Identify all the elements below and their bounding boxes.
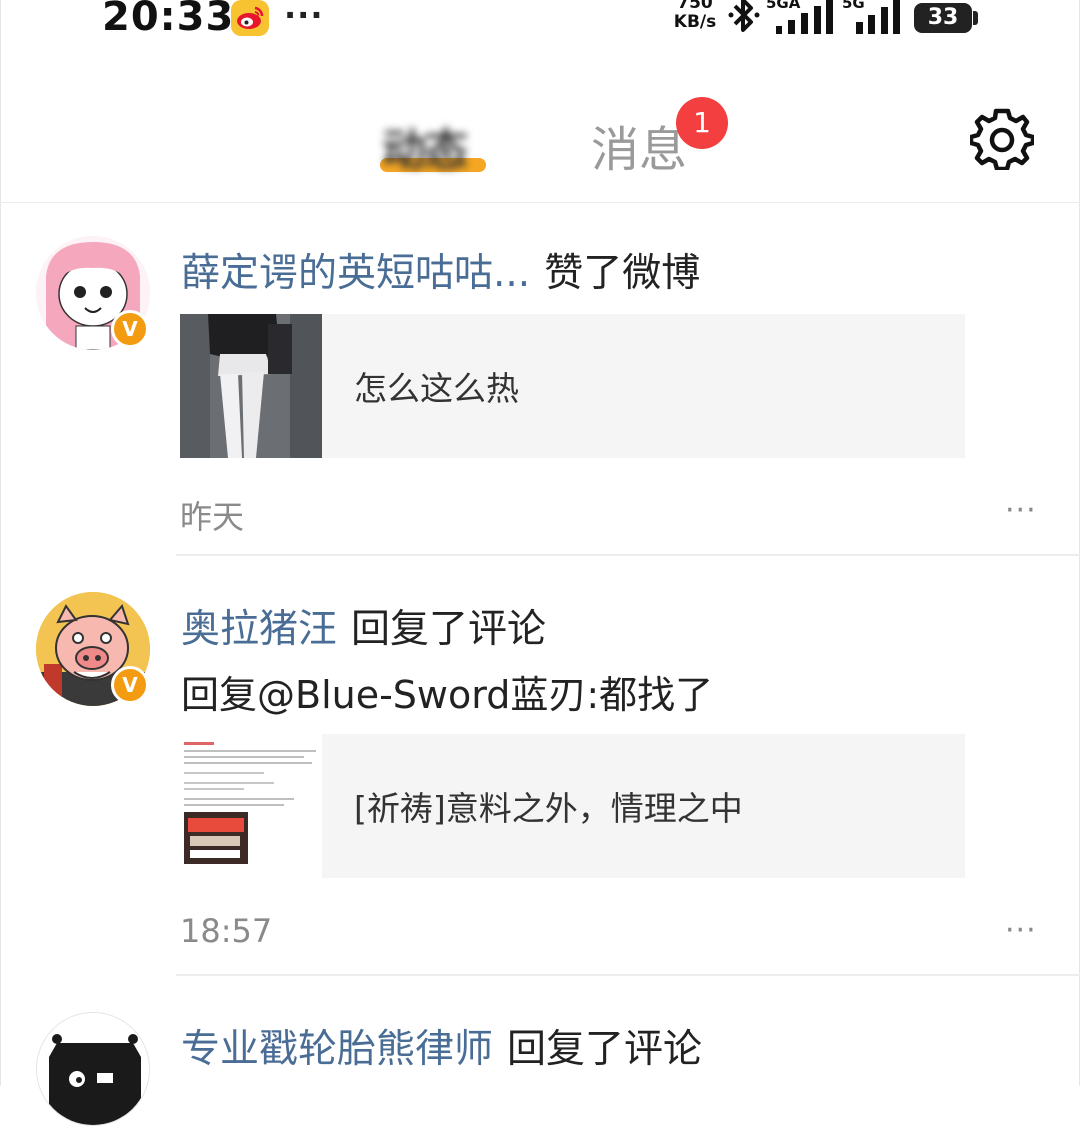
avatar[interactable]: [36, 1012, 150, 1126]
notification-action: 赞了微博: [544, 251, 701, 296]
quoted-post-text: 怎么这么热: [354, 369, 519, 408]
reply-text: 回复@Blue-Sword蓝刃:都找了: [181, 673, 714, 717]
verified-badge-icon: V: [111, 310, 149, 348]
notification-action: 回复了评论: [507, 1027, 703, 1072]
username-link[interactable]: 薛定谔的英短咕咕...: [181, 251, 530, 296]
notification-item[interactable]: V 奥拉猪汪 回复了评论 回复@Blue-Sword蓝刃:都找了 [祈祷]意料之…: [0, 558, 1080, 978]
divider: [176, 554, 1080, 556]
notification-headline: 奥拉猪汪 回复了评论: [181, 598, 546, 654]
network-speed-unit: KB/s: [673, 12, 717, 32]
divider: [176, 974, 1080, 976]
notification-headline: 薛定谔的英短咕咕... 赞了微博: [181, 242, 700, 298]
bluetooth-icon: [727, 0, 761, 40]
quoted-post-card[interactable]: [祈祷]意料之外，情理之中: [180, 734, 965, 878]
battery-tip: [973, 11, 978, 25]
tab-activity-label: 动态: [382, 125, 468, 176]
clock: 20:33: [102, 0, 235, 40]
timestamp: 18:57: [180, 912, 273, 950]
network-speed: 750 KB/s: [668, 0, 722, 32]
notification-item[interactable]: V 薛定谔的英短咕咕... 赞了微博 怎么这么热 昨天 ···: [0, 202, 1080, 558]
signal-strength-icon: [774, 0, 836, 40]
quoted-post-card[interactable]: 怎么这么热: [180, 314, 965, 458]
notification-headline: 专业戳轮胎熊律师 回复了评论: [181, 1018, 702, 1074]
post-thumbnail: [180, 734, 322, 878]
weibo-notification-icon: [231, 0, 269, 36]
post-thumbnail: [180, 314, 322, 458]
verified-badge-icon: V: [111, 666, 149, 704]
battery-icon: 33: [914, 3, 972, 33]
quoted-post-text: [祈祷]意料之外，情理之中: [354, 789, 743, 828]
notification-action: 回复了评论: [351, 607, 547, 652]
messages-badge: 1: [676, 97, 728, 149]
settings-gear-icon[interactable]: [968, 106, 1036, 172]
timestamp: 昨天: [180, 498, 245, 536]
username-link[interactable]: 专业戳轮胎熊律师: [181, 1027, 493, 1072]
username-link[interactable]: 奥拉猪汪: [181, 607, 337, 652]
more-options-icon[interactable]: ···: [1005, 913, 1037, 948]
battery-level: 33: [927, 5, 959, 30]
more-options-icon[interactable]: ···: [1005, 493, 1037, 528]
more-notifications-icon: ···: [284, 0, 324, 34]
top-header: 动态 消息 1: [0, 60, 1080, 203]
tab-messages[interactable]: 消息: [591, 110, 687, 180]
signal-strength-2-icon: [854, 0, 902, 40]
notification-item[interactable]: 专业戳轮胎熊律师 回复了评论: [0, 978, 1080, 1126]
status-bar: 20:33 ··· 750 KB/s 5GA 5G 33: [0, 0, 1080, 60]
tab-activity[interactable]: 动态: [380, 112, 486, 180]
